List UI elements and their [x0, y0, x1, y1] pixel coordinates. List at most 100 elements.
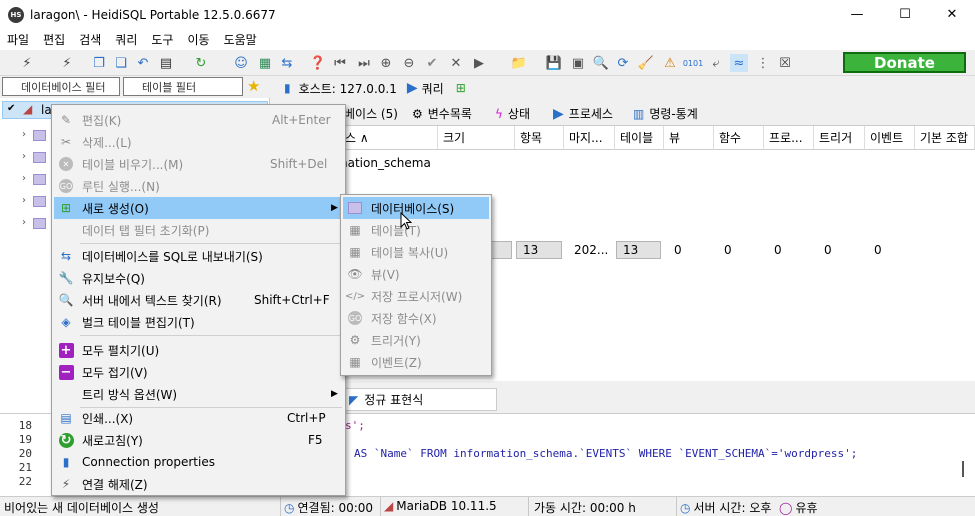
cancel-record-icon[interactable]: ✕: [447, 54, 465, 72]
column-header-events[interactable]: 이벤트: [865, 126, 915, 150]
column-header-size[interactable]: 크기: [438, 126, 515, 150]
more-icon[interactable]: ⋮: [754, 54, 772, 72]
menu-search[interactable]: 검색: [72, 31, 108, 48]
menu-item-export-sql[interactable]: ⇆ 데이터베이스를 SQL로 내보내기(S): [54, 245, 343, 267]
last-record-icon[interactable]: ⏭: [355, 54, 373, 72]
refresh-icon[interactable]: ↻: [192, 54, 210, 72]
menu-item-collapse-all[interactable]: − 모두 접기(V): [54, 361, 343, 383]
cell-procedures[interactable]: 0: [774, 241, 782, 259]
delete-record-icon[interactable]: ⊖: [400, 54, 418, 72]
minimize-button[interactable]: —: [834, 0, 880, 29]
submenu-item-event[interactable]: ▦ 이벤트(Z): [343, 351, 489, 373]
column-header-functions[interactable]: 함수: [714, 126, 764, 150]
first-record-icon[interactable]: ⏮: [331, 54, 349, 72]
warning-icon[interactable]: ⚠: [661, 54, 679, 72]
binary-icon[interactable]: 0101: [683, 54, 703, 72]
submenu-item-view[interactable]: 👁 뷰(V): [343, 263, 489, 285]
undo-icon[interactable]: ↶: [134, 54, 152, 72]
cell-functions[interactable]: 0: [724, 241, 732, 259]
disconnect-icon[interactable]: ⚡: [58, 54, 76, 72]
maximize-button[interactable]: ☐: [882, 0, 928, 29]
paste-icon[interactable]: ❏: [112, 54, 130, 72]
cell-modified[interactable]: 202...: [574, 241, 608, 259]
close-button[interactable]: ✕: [929, 0, 975, 29]
menu-item-find-text[interactable]: 🔍 서버 내에서 텍스트 찾기(R) Shift+Ctrl+F: [54, 289, 343, 311]
tab-variables[interactable]: ⚙ 변수목록: [408, 102, 476, 125]
chevron-right-icon[interactable]: ›: [22, 151, 26, 162]
import-icon[interactable]: ▦: [256, 54, 274, 72]
query-tab-label[interactable]: 쿼리: [422, 80, 444, 97]
insert-record-icon[interactable]: ⊕: [377, 54, 395, 72]
open-folder-icon[interactable]: 📁: [510, 54, 528, 72]
submenu-item-copy-table[interactable]: ▦ 테이블 복사(U): [343, 241, 489, 263]
connect-icon[interactable]: ⚡: [18, 54, 36, 72]
chevron-right-icon[interactable]: ›: [22, 195, 26, 206]
cell-db-name[interactable]: nation_schema: [340, 153, 431, 173]
menu-item-expand-all[interactable]: + 모두 펼치기(U): [54, 339, 343, 361]
cell-tables[interactable]: 13: [616, 241, 661, 259]
column-header-items[interactable]: 항목: [515, 126, 564, 150]
tab-regex[interactable]: ◤ 정규 표현식: [344, 388, 497, 411]
column-header-collation[interactable]: 기본 조합: [915, 126, 975, 150]
menu-item-bulk-edit[interactable]: ◈ 벌크 테이블 편집기(T): [54, 311, 343, 333]
menu-item-tree-options[interactable]: 트리 방식 옵션(W) ▶: [54, 383, 343, 405]
menu-query[interactable]: 쿼리: [108, 31, 144, 48]
menu-item-empty-tables[interactable]: ✕ 테이블 비우기...(M) Shift+Del: [54, 153, 343, 175]
tab-command-stats[interactable]: ▥ 명령-통계: [629, 102, 702, 125]
submenu-item-function[interactable]: GO 저장 함수(X): [343, 307, 489, 329]
cell-triggers[interactable]: 0: [824, 241, 832, 259]
export-icon[interactable]: ⇆: [278, 54, 296, 72]
cell-views[interactable]: 0: [674, 241, 682, 259]
cell-events[interactable]: 0: [874, 241, 882, 259]
menu-item-reset-filter[interactable]: 데이터 탭 필터 초기화(P): [54, 219, 343, 241]
save-as-icon[interactable]: ▣: [569, 54, 587, 72]
save-icon[interactable]: 💾: [545, 54, 563, 72]
new-query-tab-icon[interactable]: ⊞: [456, 81, 466, 95]
menu-item-disconnect[interactable]: ⚡ 연결 해제(Z): [54, 473, 343, 495]
editor-scrollbar[interactable]: [962, 461, 964, 477]
menu-item-edit[interactable]: ✎ 편집(K) Alt+Enter: [54, 109, 343, 131]
menu-edit[interactable]: 편집: [36, 31, 72, 48]
menu-item-connection-properties[interactable]: ▮ Connection properties: [54, 451, 343, 473]
replace-icon[interactable]: ⟳: [614, 54, 632, 72]
submenu-item-database[interactable]: 데이터베이스(S): [343, 197, 489, 219]
menu-item-create-new[interactable]: ⊞ 새로 생성(O) ▶: [54, 197, 343, 219]
database-filter-input[interactable]: 데이터베이스 필터: [2, 77, 120, 96]
submenu-item-trigger[interactable]: ⚙ 트리거(Y): [343, 329, 489, 351]
menu-item-maintenance[interactable]: 🔧 유지보수(Q): [54, 267, 343, 289]
favorites-star-icon[interactable]: ★: [247, 77, 260, 95]
print-icon[interactable]: ▤: [157, 54, 175, 72]
tab-processes[interactable]: ▶ 프로세스: [549, 102, 617, 125]
sync-icon[interactable]: ≈: [730, 54, 748, 72]
menu-help[interactable]: 도움말: [217, 31, 264, 48]
menu-item-delete[interactable]: ✂ 삭제...(L): [54, 131, 343, 153]
menu-tools[interactable]: 도구: [144, 31, 180, 48]
column-header-triggers[interactable]: 트리거: [814, 126, 865, 150]
host-label[interactable]: 호스트: 127.0.0.1: [299, 80, 397, 97]
help-icon[interactable]: ❓: [309, 54, 327, 72]
column-header-modified[interactable]: 마지...: [564, 126, 615, 150]
menu-item-refresh[interactable]: ↻ 새로고침(Y) F5: [54, 429, 343, 451]
chevron-right-icon[interactable]: ›: [22, 129, 26, 140]
cell-items[interactable]: 13: [516, 241, 562, 259]
clear-icon[interactable]: 🧹: [637, 54, 655, 72]
table-filter-input[interactable]: 테이블 필터: [123, 77, 243, 96]
chevron-down-icon[interactable]: ✔: [7, 103, 15, 114]
chevron-right-icon[interactable]: ›: [22, 217, 26, 228]
cell-size[interactable]: [490, 241, 512, 259]
menu-item-print[interactable]: ▤ 인쇄...(X) Ctrl+P: [54, 407, 343, 429]
close-tab-icon[interactable]: ☒: [776, 54, 794, 72]
tab-status[interactable]: ϟ 상태: [491, 102, 534, 125]
column-header-name[interactable]: 스 ∧: [340, 126, 438, 150]
submenu-item-procedure[interactable]: </> 저장 프로시저(W): [343, 285, 489, 307]
chevron-right-icon[interactable]: ›: [22, 173, 26, 184]
submenu-item-table[interactable]: ▦ 테이블(T): [343, 219, 489, 241]
column-header-views[interactable]: 뷰: [664, 126, 714, 150]
wrap-icon[interactable]: ⤶: [707, 54, 725, 72]
find-icon[interactable]: 🔍: [592, 54, 610, 72]
column-header-tables[interactable]: 테이블: [615, 126, 664, 150]
menu-go[interactable]: 이동: [180, 31, 216, 48]
user-manager-icon[interactable]: ☺: [232, 54, 250, 72]
column-header-procedures[interactable]: 프로...: [764, 126, 814, 150]
menu-file[interactable]: 파일: [0, 31, 36, 48]
